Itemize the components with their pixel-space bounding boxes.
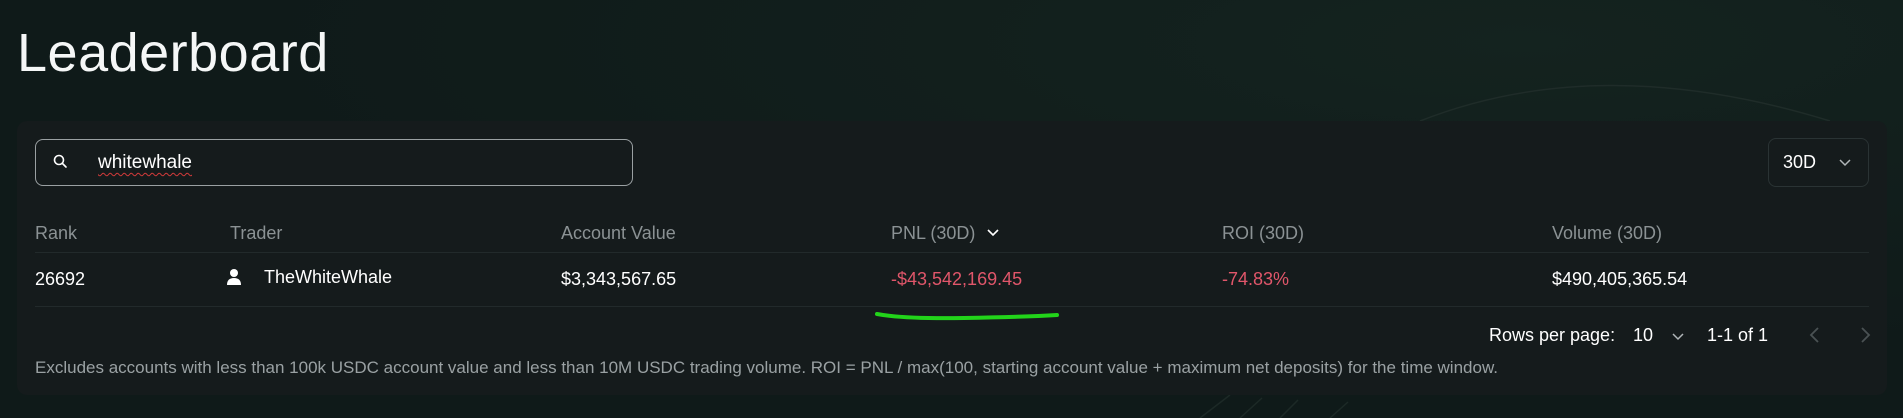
footnote: Excludes accounts with less than 100k US… bbox=[35, 358, 1499, 377]
period-select[interactable]: 30D bbox=[1768, 138, 1869, 187]
pagination-range: 1-1 of 1 bbox=[1707, 325, 1769, 345]
pnl-cell: -$43,542,169.45 bbox=[891, 269, 1023, 289]
column-header-pnl-label: PNL (30D) bbox=[891, 223, 976, 243]
leaderboard-card: whitewhale 30D Rank Trader Account Value… bbox=[17, 121, 1887, 395]
chevron-down-icon[interactable] bbox=[1671, 330, 1685, 344]
column-header-account-value[interactable]: Account Value bbox=[561, 223, 676, 244]
rank-cell: 26692 bbox=[35, 269, 86, 289]
search-icon bbox=[53, 154, 67, 168]
header-divider bbox=[35, 252, 1869, 253]
chevron-right-icon[interactable] bbox=[1855, 324, 1875, 346]
user-icon bbox=[227, 269, 241, 285]
period-select-value: 30D bbox=[1783, 152, 1817, 172]
row-divider bbox=[35, 306, 1869, 307]
volume-cell: $490,405,365.54 bbox=[1552, 269, 1688, 289]
column-header-volume[interactable]: Volume (30D) bbox=[1552, 223, 1662, 244]
trader-cell[interactable]: TheWhiteWhale bbox=[264, 267, 392, 288]
sort-chevron-down-icon bbox=[987, 229, 999, 237]
account-value-cell: $3,343,567.65 bbox=[561, 269, 677, 289]
chevron-down-icon bbox=[1839, 159, 1851, 167]
column-header-pnl[interactable]: PNL (30D) bbox=[891, 223, 1000, 244]
highlight-underline-annotation bbox=[875, 312, 1059, 321]
chevron-left-icon[interactable] bbox=[1805, 324, 1825, 346]
search-field[interactable]: whitewhale bbox=[35, 139, 633, 186]
column-header-roi[interactable]: ROI (30D) bbox=[1222, 223, 1304, 244]
page-title: Leaderboard bbox=[17, 23, 329, 83]
column-header-rank: Rank bbox=[35, 223, 78, 243]
search-input[interactable]: whitewhale bbox=[98, 152, 192, 174]
rows-per-page-select[interactable]: 10 bbox=[1633, 325, 1653, 346]
roi-cell: -74.83% bbox=[1222, 269, 1290, 289]
column-header-trader: Trader bbox=[230, 223, 283, 243]
rows-per-page-label: Rows per page: bbox=[1489, 325, 1616, 345]
